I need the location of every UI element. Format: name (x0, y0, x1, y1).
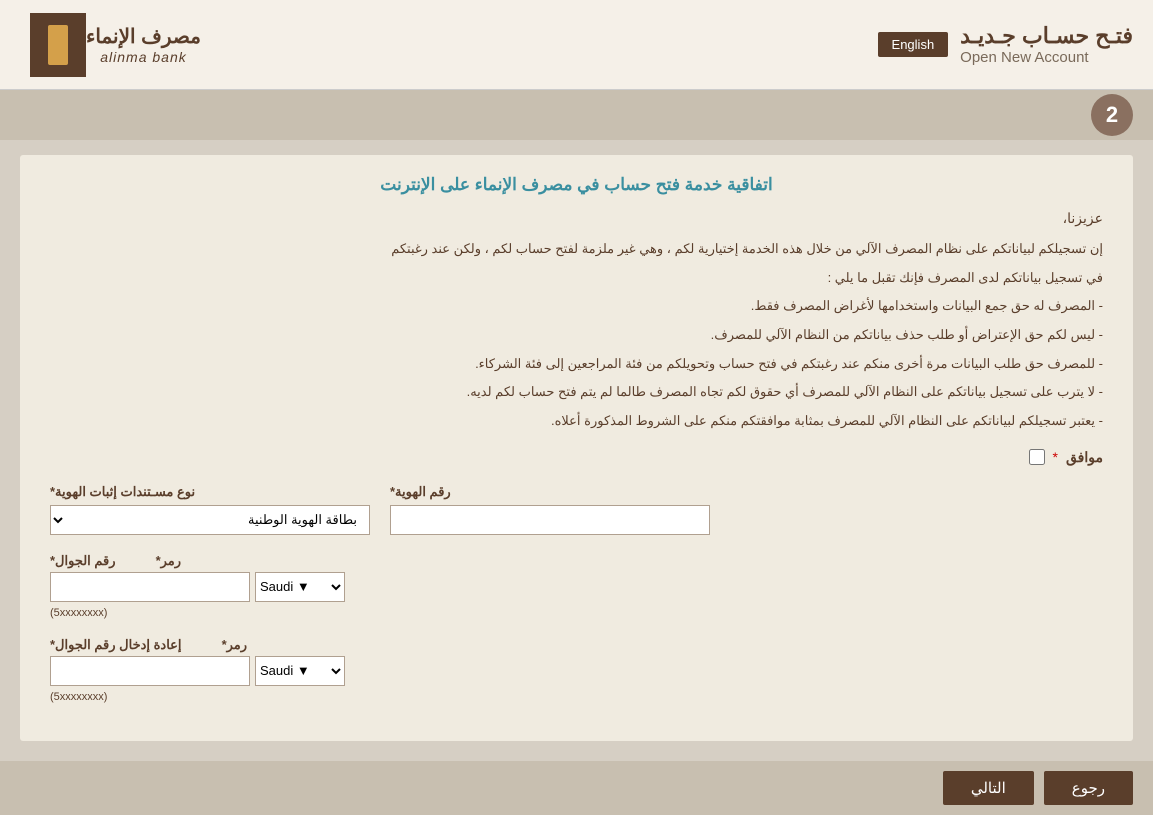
mobile-reenter-group: رمر* إعادة إدخال رقم الجوال* Saudi ▼ (5x… (50, 637, 345, 703)
id-number-group: رقم الهوية* (390, 484, 710, 535)
id-type-group: نوع مسـتندات إثبات الهوية* بطاقة الهوية … (50, 484, 370, 535)
id-type-label: نوع مسـتندات إثبات الهوية* (50, 484, 195, 500)
step-number: 2 (1091, 94, 1133, 136)
mobile-reenter-country-select[interactable]: Saudi ▼ (255, 656, 345, 686)
step-bar: 2 (0, 90, 1153, 140)
agree-row: موافق * (50, 449, 1103, 466)
id-form-row: رقم الهوية* نوع مسـتندات إثبات الهوية* ب… (50, 484, 1103, 535)
agreement-line-2: في تسجيل بياناتكم لدى المصرف فإنك تقبل م… (50, 266, 1103, 291)
agreement-text: إن تسجيلكم لبياناتكم على نظام المصرف الآ… (50, 237, 1103, 434)
mobile-reenter-input-row: Saudi ▼ (50, 656, 345, 686)
header: فتـح حسـاب جـديـد Open New Account Engli… (0, 0, 1153, 90)
greeting: عزيزنا، (50, 210, 1103, 227)
logo-area: مصرف الإنماء alinma bank (20, 13, 201, 77)
back-button[interactable]: رجوع (1044, 771, 1133, 805)
header-left: فتـح حسـاب جـديـد Open New Account Engli… (868, 23, 1133, 66)
page-title-arabic: فتـح حسـاب جـديـد (960, 23, 1133, 49)
id-number-input[interactable] (390, 505, 710, 535)
mobile-reenter-form-row: رمر* إعادة إدخال رقم الجوال* Saudi ▼ (5x… (50, 637, 1103, 703)
logo-text: مصرف الإنماء alinma bank (86, 24, 201, 65)
mobile-form-row: رمر* رقم الجوال* Saudi ▼ (5xxxxxxxx) (50, 553, 1103, 619)
mobile-label: رقم الجوال* (50, 553, 116, 569)
agreement-line-6: - لا يترب على تسجيل بياناتكم على النظام … (50, 380, 1103, 405)
page-title-english: Open New Account (960, 49, 1133, 66)
id-number-label: رقم الهوية* (390, 484, 451, 500)
agreement-line-4: - ليس لكم حق الإعتراض أو طلب حذف بياناتك… (50, 323, 1103, 348)
mobile-input-row: Saudi ▼ (50, 572, 345, 602)
id-type-select[interactable]: بطاقة الهوية الوطنية (50, 505, 370, 535)
logo-icon-bar (48, 25, 68, 65)
agreement-line-7: - يعتبر تسجيلكم لبياناتكم على النظام الآ… (50, 409, 1103, 434)
agree-required-star: * (1053, 449, 1058, 465)
mobile-reenter-hint: (5xxxxxxxx) (50, 691, 107, 703)
agreement-line-1: إن تسجيلكم لبياناتكم على نظام المصرف الآ… (50, 237, 1103, 262)
mobile-reenter-labels: رمر* إعادة إدخال رقم الجوال* (50, 637, 247, 653)
mobile-hint: (5xxxxxxxx) (50, 607, 107, 619)
section-title: اتفاقية خدمة فتح حساب في مصرف الإنماء عل… (50, 175, 1103, 195)
agreement-line-5: - للمصرف حق طلب البيانات مرة أخرى منكم ع… (50, 352, 1103, 377)
logo-name-english: alinma bank (86, 49, 201, 65)
mobile-labels: رمر* رقم الجوال* (50, 553, 181, 569)
logo-icon (30, 13, 86, 77)
agree-checkbox[interactable] (1029, 449, 1045, 465)
mobile-number-input[interactable] (50, 572, 250, 602)
footer-bar: رجوع التالي (0, 761, 1153, 815)
mobile-code-label: رمر* (156, 553, 181, 569)
mobile-inner: رمر* رقم الجوال* Saudi ▼ (5xxxxxxxx) (50, 553, 345, 619)
main-content: اتفاقية خدمة فتح حساب في مصرف الإنماء عل… (20, 155, 1133, 741)
page-title-block: فتـح حسـاب جـديـد Open New Account (960, 23, 1133, 66)
logo-name-arabic: مصرف الإنماء (86, 24, 201, 49)
mobile-country-select[interactable]: Saudi ▼ (255, 572, 345, 602)
mobile-reenter-input[interactable] (50, 656, 250, 686)
agree-label: موافق (1066, 449, 1103, 466)
mobile-reenter-inner: رمر* إعادة إدخال رقم الجوال* Saudi ▼ (5x… (50, 637, 345, 703)
mobile-reenter-label: إعادة إدخال رقم الجوال* (50, 637, 182, 653)
mobile-reenter-code-label: رمر* (222, 637, 247, 653)
agreement-line-3: - المصرف له حق جمع البيانات واستخدامها ل… (50, 294, 1103, 319)
mobile-group: رمر* رقم الجوال* Saudi ▼ (5xxxxxxxx) (50, 553, 345, 619)
english-button[interactable]: English (878, 32, 949, 57)
next-button[interactable]: التالي (943, 771, 1034, 805)
